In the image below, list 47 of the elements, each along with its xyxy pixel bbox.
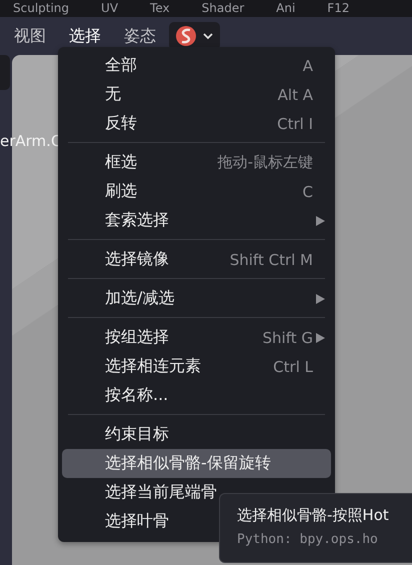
workspace-tab[interactable]: UV [89,1,138,16]
menu-item-label: 选择相连元素 [105,356,201,377]
menu-item-label: 无 [105,84,121,105]
header-menu[interactable]: 视图 [6,22,54,50]
menu-item[interactable]: 加选/减选 [62,284,331,313]
menu-item-label: 按名称... [105,385,168,406]
menu-item-label: 选择相似骨骼-保留旋转 [105,453,271,474]
header-menu[interactable]: 姿态 [116,22,164,50]
menu-item[interactable]: 套索选择 [62,206,331,235]
tooltip-title: 选择相似骨骼-按照Hot [237,506,390,525]
menu-item[interactable]: 选择镜像 Shift Ctrl M [62,245,331,274]
menu-item-label: 全部 [105,55,137,76]
shortcut-label: Shift Ctrl M [230,250,313,268]
menu-item-label: 加选/减选 [105,288,174,309]
shortcut-label: C [302,182,313,200]
menu-item-label: 约束目标 [105,424,169,445]
menu-item[interactable]: 刷选 C [62,177,331,206]
menu-item-label: 刷选 [105,181,137,202]
workspace-tab[interactable]: F12 [315,1,370,16]
menu-item-label: 选择当前尾端骨 [105,482,217,503]
shortcut-label: Ctrl L [273,358,313,376]
menu-item[interactable]: 选择相似骨骼-保留旋转 [62,449,331,478]
menu-item[interactable]: 反转 Ctrl I [62,109,331,138]
menu-item-label: 反转 [105,113,137,134]
menu-item[interactable]: 无 Alt A [62,80,331,109]
menu-item[interactable]: 选择相连元素 Ctrl L [62,352,331,381]
shortcut-label: 拖动-鼠标左键 [218,153,313,172]
workspace-tab[interactable]: Ani [264,1,316,16]
menu-item-label: 按组选择 [105,327,169,348]
shortcut-label: Shift G [262,328,313,346]
shortcut-label: Ctrl I [277,114,313,132]
header-menu[interactable]: 选择 [61,22,109,50]
menu-item[interactable]: 按名称... [62,381,331,410]
menu-item-label: 套索选择 [105,210,169,231]
menu-item[interactable]: 按组选择 Shift G [62,323,331,352]
menu-item-label: 框选 [105,152,137,173]
workspace-tab[interactable]: Sculpting [0,1,90,16]
python-path: Python: bpy.ops.ho [237,532,379,547]
shortcut-label: Alt A [278,86,313,104]
menu-item[interactable]: 约束目标 [62,420,331,449]
shortcut-label: A [302,56,313,74]
menu-item-label: 选择镜像 [105,249,169,270]
workspace-tab[interactable]: Tex [138,1,190,16]
menu-item[interactable]: 全部 A [62,51,331,80]
sphere-icon [175,25,197,47]
workspace-tab[interactable]: Shader [190,1,264,16]
menu-item[interactable]: 框选 拖动-鼠标左键 [62,148,331,177]
